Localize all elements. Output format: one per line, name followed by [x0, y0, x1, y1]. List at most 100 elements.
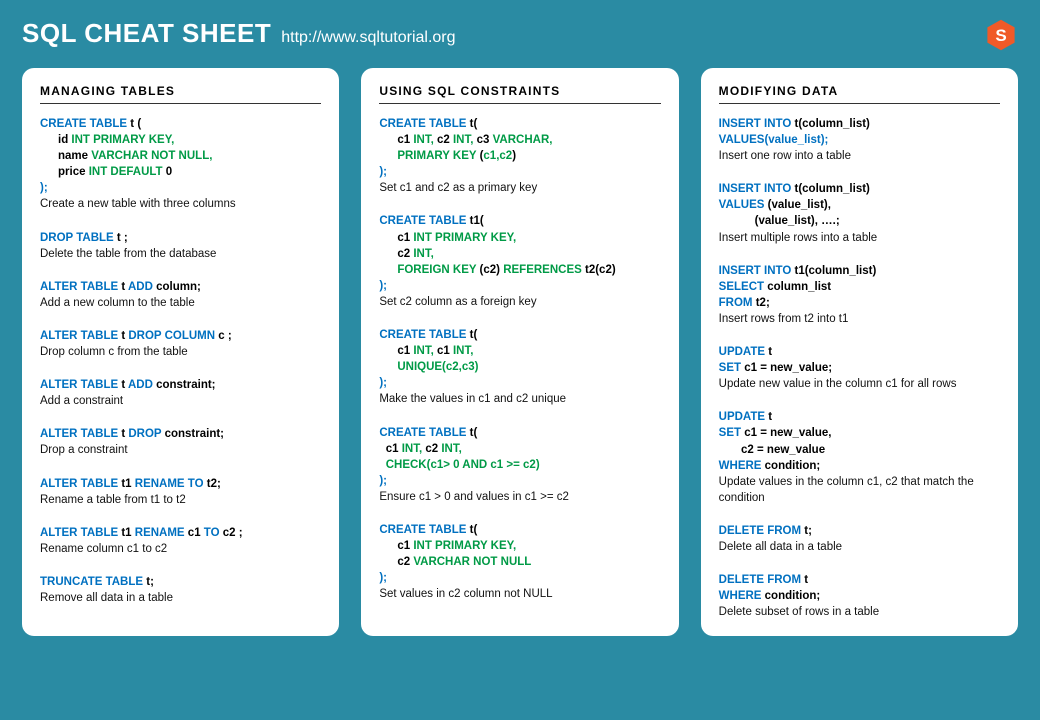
code-line: SET c1 = new_value, — [719, 425, 1000, 441]
cheatsheet-entry: CREATE TABLE t(c1 INT, c2 INT, c3 VARCHA… — [379, 116, 660, 196]
code-line: ALTER TABLE t1 RENAME c1 TO c2 ; — [40, 525, 321, 541]
code-line: DELETE FROM t; — [719, 523, 1000, 539]
code-line: TRUNCATE TABLE t; — [40, 574, 321, 590]
code-line: DELETE FROM t — [719, 572, 1000, 588]
code-line: VALUES(value_list); — [719, 132, 1000, 148]
entry-description: Add a constraint — [40, 393, 321, 409]
cheatsheet-entry: ALTER TABLE t DROP constraint;Drop a con… — [40, 426, 321, 458]
code-snippet: UPDATE tSET c1 = new_value, c2 = new_val… — [719, 409, 1000, 473]
code-line: c1 INT, c1 INT, — [379, 343, 660, 359]
entry-description: Insert one row into a table — [719, 148, 1000, 164]
code-line: c2 VARCHAR NOT NULL — [379, 554, 660, 570]
code-line: name VARCHAR NOT NULL, — [40, 148, 321, 164]
code-line: INSERT INTO t1(column_list) — [719, 263, 1000, 279]
code-line: INSERT INTO t(column_list) — [719, 181, 1000, 197]
code-snippet: CREATE TABLE t(c1 INT, c1 INT,UNIQUE(c2,… — [379, 327, 660, 391]
code-line: CREATE TABLE t( — [379, 425, 660, 441]
site-logo-icon: S — [984, 18, 1018, 52]
columns-container: MANAGING TABLES CREATE TABLE t (id INT PR… — [22, 68, 1018, 636]
entry-description: Update new value in the column c1 for al… — [719, 376, 1000, 392]
cheatsheet-entry: INSERT INTO t(column_list)VALUES (value_… — [719, 181, 1000, 245]
code-snippet: ALTER TABLE t1 RENAME TO t2; — [40, 476, 321, 492]
cheatsheet-entry: INSERT INTO t1(column_list)SELECT column… — [719, 263, 1000, 327]
code-line: CREATE TABLE t1( — [379, 213, 660, 229]
code-snippet: CREATE TABLE t (id INT PRIMARY KEY,name … — [40, 116, 321, 196]
code-snippet: ALTER TABLE t DROP constraint; — [40, 426, 321, 442]
code-line: WHERE condition; — [719, 588, 1000, 604]
entry-description: Rename column c1 to c2 — [40, 541, 321, 557]
cheatsheet-entry: UPDATE tSET c1 = new_value;Update new va… — [719, 344, 1000, 392]
column-heading: USING SQL CONSTRAINTS — [379, 84, 660, 104]
code-line: WHERE condition; — [719, 458, 1000, 474]
code-line: CREATE TABLE t( — [379, 327, 660, 343]
code-line: price INT DEFAULT 0 — [40, 164, 321, 180]
code-snippet: INSERT INTO t(column_list)VALUES(value_l… — [719, 116, 1000, 148]
entry-description: Delete subset of rows in a table — [719, 604, 1000, 620]
code-line: VALUES (value_list), — [719, 197, 1000, 213]
code-line: UPDATE t — [719, 409, 1000, 425]
code-snippet: ALTER TABLE t ADD column; — [40, 279, 321, 295]
code-snippet: ALTER TABLE t DROP COLUMN c ; — [40, 328, 321, 344]
entry-description: Set values in c2 column not NULL — [379, 586, 660, 602]
cheatsheet-entry: ALTER TABLE t ADD constraint;Add a const… — [40, 377, 321, 409]
entry-description: Remove all data in a table — [40, 590, 321, 606]
code-line: ALTER TABLE t ADD constraint; — [40, 377, 321, 393]
cheatsheet-entry: ALTER TABLE t DROP COLUMN c ;Drop column… — [40, 328, 321, 360]
page-header: SQL CHEAT SHEET http://www.sqltutorial.o… — [22, 18, 1018, 52]
code-snippet: DROP TABLE t ; — [40, 230, 321, 246]
code-line: ALTER TABLE t1 RENAME TO t2; — [40, 476, 321, 492]
column-heading: MODIFYING DATA — [719, 84, 1000, 104]
code-line: c1 INT, c2 INT, c3 VARCHAR, — [379, 132, 660, 148]
cheatsheet-entry: CREATE TABLE t(c1 INT PRIMARY KEY,c2 VAR… — [379, 522, 660, 602]
svg-text:S: S — [995, 26, 1006, 45]
code-line: CREATE TABLE t ( — [40, 116, 321, 132]
code-line: ); — [379, 278, 660, 294]
column-heading: MANAGING TABLES — [40, 84, 321, 104]
entry-description: Insert multiple rows into a table — [719, 230, 1000, 246]
code-snippet: UPDATE tSET c1 = new_value; — [719, 344, 1000, 376]
code-line: SET c1 = new_value; — [719, 360, 1000, 376]
code-line: c1 INT PRIMARY KEY, — [379, 538, 660, 554]
code-line: ALTER TABLE t ADD column; — [40, 279, 321, 295]
card-column: USING SQL CONSTRAINTSCREATE TABLE t(c1 I… — [361, 68, 678, 636]
cheatsheet-entry: ALTER TABLE t1 RENAME TO t2;Rename a tab… — [40, 476, 321, 508]
code-line: c1 INT PRIMARY KEY, — [379, 230, 660, 246]
code-line: INSERT INTO t(column_list) — [719, 116, 1000, 132]
cheatsheet-entry: CREATE TABLE t1(c1 INT PRIMARY KEY,c2 IN… — [379, 213, 660, 310]
cheatsheet-entry: INSERT INTO t(column_list)VALUES(value_l… — [719, 116, 1000, 164]
code-line: ALTER TABLE t DROP constraint; — [40, 426, 321, 442]
code-line: PRIMARY KEY (c1,c2) — [379, 148, 660, 164]
code-snippet: CREATE TABLE t(c1 INT, c2 INT, c3 VARCHA… — [379, 116, 660, 180]
cheatsheet-entry: DROP TABLE t ;Delete the table from the … — [40, 230, 321, 262]
code-snippet: DELETE FROM t; — [719, 523, 1000, 539]
code-line: UNIQUE(c2,c3) — [379, 359, 660, 375]
code-snippet: CREATE TABLE t( c1 INT, c2 INT, CHECK(c1… — [379, 425, 660, 489]
code-line: ALTER TABLE t DROP COLUMN c ; — [40, 328, 321, 344]
entry-description: Set c2 column as a foreign key — [379, 294, 660, 310]
code-snippet: CREATE TABLE t(c1 INT PRIMARY KEY,c2 VAR… — [379, 522, 660, 586]
code-line: FOREIGN KEY (c2) REFERENCES t2(c2) — [379, 262, 660, 278]
code-snippet: INSERT INTO t1(column_list)SELECT column… — [719, 263, 1000, 311]
cheatsheet-entry: CREATE TABLE t (id INT PRIMARY KEY,name … — [40, 116, 321, 213]
entry-description: Make the values in c1 and c2 unique — [379, 391, 660, 407]
code-snippet: ALTER TABLE t1 RENAME c1 TO c2 ; — [40, 525, 321, 541]
entry-description: Rename a table from t1 to t2 — [40, 492, 321, 508]
entry-description: Set c1 and c2 as a primary key — [379, 180, 660, 196]
code-line: c2 = new_value — [719, 442, 1000, 458]
header-left: SQL CHEAT SHEET http://www.sqltutorial.o… — [22, 18, 456, 49]
code-line: ); — [379, 375, 660, 391]
cheatsheet-entry: DELETE FROM t;Delete all data in a table — [719, 523, 1000, 555]
code-line: c2 INT, — [379, 246, 660, 262]
entry-description: Update values in the column c1, c2 that … — [719, 474, 1000, 506]
cheatsheet-entry: CREATE TABLE t( c1 INT, c2 INT, CHECK(c1… — [379, 425, 660, 505]
code-line: CREATE TABLE t( — [379, 116, 660, 132]
entry-description: Delete the table from the database — [40, 246, 321, 262]
card-column: MANAGING TABLES CREATE TABLE t (id INT PR… — [22, 68, 339, 636]
code-snippet: ALTER TABLE t ADD constraint; — [40, 377, 321, 393]
code-line: UPDATE t — [719, 344, 1000, 360]
entry-description: Add a new column to the table — [40, 295, 321, 311]
entry-description: Ensure c1 > 0 and values in c1 >= c2 — [379, 489, 660, 505]
code-line: id INT PRIMARY KEY, — [40, 132, 321, 148]
entry-description: Drop column c from the table — [40, 344, 321, 360]
code-line: FROM t2; — [719, 295, 1000, 311]
